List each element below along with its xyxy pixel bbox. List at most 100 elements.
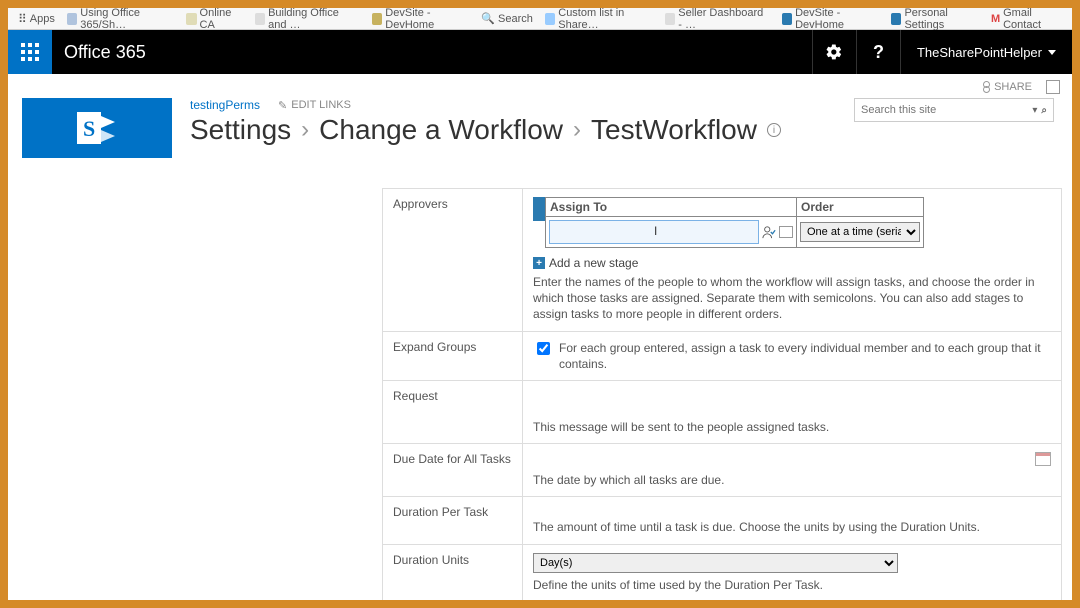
bookmark-label: Personal Settings — [904, 7, 978, 31]
suite-bar: Office 365 ? TheSharePointHelper — [8, 30, 1072, 74]
favicon-icon — [372, 13, 382, 25]
page-actions: SHARE — [8, 74, 1072, 94]
settings-button[interactable] — [812, 30, 856, 74]
bookmark-label: Online CA — [200, 7, 243, 31]
bookmark-apps[interactable]: ⠿ Apps — [14, 10, 59, 28]
bookmark-item[interactable]: MGmail Contact — [987, 10, 1066, 28]
site-search[interactable]: ▾ ⌕ — [854, 98, 1054, 122]
approvers-stage-table: Assign To Order I — [545, 197, 924, 248]
bookmark-item[interactable]: Custom list in Share… — [541, 10, 657, 28]
bookmark-label: DevSite - DevHome — [385, 7, 469, 31]
text-cursor-icon: I — [654, 224, 657, 238]
bookmark-item[interactable]: DevSite - DevHome — [778, 10, 883, 28]
bookmark-item[interactable]: Online CA — [182, 10, 247, 28]
row-duration-per-task: Duration Per Task The amount of time unt… — [383, 497, 1062, 544]
label-cc: CC — [383, 601, 523, 608]
row-cc: CC Notify these people when the workflow… — [383, 601, 1062, 608]
bookmark-item[interactable]: Seller Dashboard - … — [661, 10, 774, 28]
label-duration-units: Duration Units — [383, 544, 523, 601]
approvers-help: Enter the names of the people to whom th… — [533, 274, 1051, 323]
row-expand-groups: Expand Groups For each group entered, as… — [383, 331, 1062, 380]
expand-groups-checkbox[interactable] — [537, 342, 550, 355]
browse-people-icon[interactable] — [779, 226, 793, 238]
label-due-date: Due Date for All Tasks — [383, 444, 523, 497]
favicon-icon — [67, 13, 77, 25]
gear-icon — [825, 43, 843, 61]
help-icon: ? — [873, 42, 884, 63]
col-order: Order — [797, 198, 924, 217]
label-expand-groups: Expand Groups — [383, 331, 523, 380]
duration-units-help: Define the units of time used by the Dur… — [533, 577, 1051, 593]
assign-to-input[interactable]: I — [549, 220, 759, 244]
chevron-right-icon: › — [301, 116, 309, 144]
label-approvers: Approvers — [383, 189, 523, 332]
waffle-icon — [21, 43, 39, 61]
site-link[interactable]: testingPerms — [190, 98, 260, 112]
app-launcher-button[interactable] — [8, 30, 52, 74]
workflow-form: Approvers Assign To Order — [8, 168, 1072, 608]
favicon-icon — [782, 13, 792, 25]
chevron-down-icon — [1048, 50, 1056, 55]
user-menu[interactable]: TheSharePointHelper — [900, 30, 1072, 74]
request-help: This message will be sent to the people … — [533, 419, 1051, 435]
share-button[interactable]: SHARE — [978, 80, 1032, 94]
bookmark-label: Building Office and … — [268, 7, 360, 31]
info-icon[interactable]: i — [767, 123, 781, 137]
svg-text:S: S — [83, 116, 95, 141]
due-date-help: The date by which all tasks are due. — [533, 472, 1051, 488]
bookmark-label: Seller Dashboard - … — [678, 7, 769, 31]
search-icon[interactable]: ⌕ — [1039, 105, 1049, 116]
site-logo[interactable]: S — [22, 98, 172, 158]
label-duration-per-task: Duration Per Task — [383, 497, 523, 544]
bookmark-item[interactable]: DevSite - DevHome — [368, 10, 473, 28]
favicon-icon — [665, 13, 675, 25]
favicon-icon — [186, 13, 196, 25]
add-stage-button[interactable]: + Add a new stage — [533, 256, 1051, 270]
user-name: TheSharePointHelper — [917, 45, 1042, 60]
fullscreen-icon — [1046, 80, 1060, 94]
bookmark-label: Custom list in Share… — [558, 7, 653, 31]
breadcrumb-settings[interactable]: Settings — [190, 114, 291, 146]
label-request: Request — [383, 380, 523, 443]
edit-links-label: EDIT LINKS — [291, 99, 351, 111]
favicon-icon — [891, 13, 901, 25]
breadcrumb-change-workflow[interactable]: Change a Workflow — [319, 114, 563, 146]
bookmark-item[interactable]: Building Office and … — [251, 10, 364, 28]
duration-units-select[interactable]: Day(s) — [533, 553, 898, 573]
edit-links-button[interactable]: ✎ EDIT LINKS — [278, 99, 351, 112]
bookmark-label: Gmail Contact — [1003, 7, 1062, 31]
search-dropdown-icon[interactable]: ▾ — [1030, 105, 1039, 116]
help-button[interactable]: ? — [856, 30, 900, 74]
bookmark-label: DevSite - DevHome — [795, 7, 879, 31]
calendar-icon[interactable] — [1035, 452, 1051, 466]
breadcrumb-workflow-name: TestWorkflow — [591, 114, 757, 146]
duration-per-task-help: The amount of time until a task is due. … — [533, 519, 1051, 535]
stage-handle[interactable] — [533, 197, 545, 221]
favicon-icon — [255, 13, 265, 25]
row-request: Request This message will be sent to the… — [383, 380, 1062, 443]
chevron-right-icon: › — [573, 116, 581, 144]
expand-groups-text: For each group entered, assign a task to… — [559, 340, 1051, 372]
browser-bookmarks-bar: ⠿ Apps Using Office 365/Sh… Online CA Bu… — [8, 8, 1072, 30]
share-icon — [978, 81, 990, 93]
bookmark-label: Using Office 365/Sh… — [80, 7, 174, 31]
add-stage-label: Add a new stage — [549, 256, 638, 270]
order-select[interactable]: One at a time (serial) — [800, 222, 920, 242]
search-icon: 🔍 — [481, 12, 495, 25]
search-input[interactable] — [859, 103, 1030, 117]
bookmark-item[interactable]: Personal Settings — [887, 10, 983, 28]
check-names-icon[interactable] — [762, 225, 776, 239]
row-due-date: Due Date for All Tasks The date by which… — [383, 444, 1062, 497]
share-label: SHARE — [994, 81, 1032, 93]
bookmark-label: Apps — [30, 13, 55, 25]
brand-title: Office 365 — [52, 42, 146, 63]
bookmark-label: Search — [498, 13, 533, 25]
pencil-icon: ✎ — [278, 99, 287, 112]
focus-button[interactable] — [1046, 80, 1060, 94]
page-header: S testingPerms ✎ EDIT LINKS Settings › C… — [8, 94, 1072, 168]
bookmark-item[interactable]: Using Office 365/Sh… — [63, 10, 178, 28]
row-duration-units: Duration Units Day(s) Define the units o… — [383, 544, 1062, 601]
gmail-icon: M — [991, 13, 1000, 25]
plus-icon: + — [533, 257, 545, 269]
bookmark-item[interactable]: 🔍Search — [477, 10, 537, 28]
